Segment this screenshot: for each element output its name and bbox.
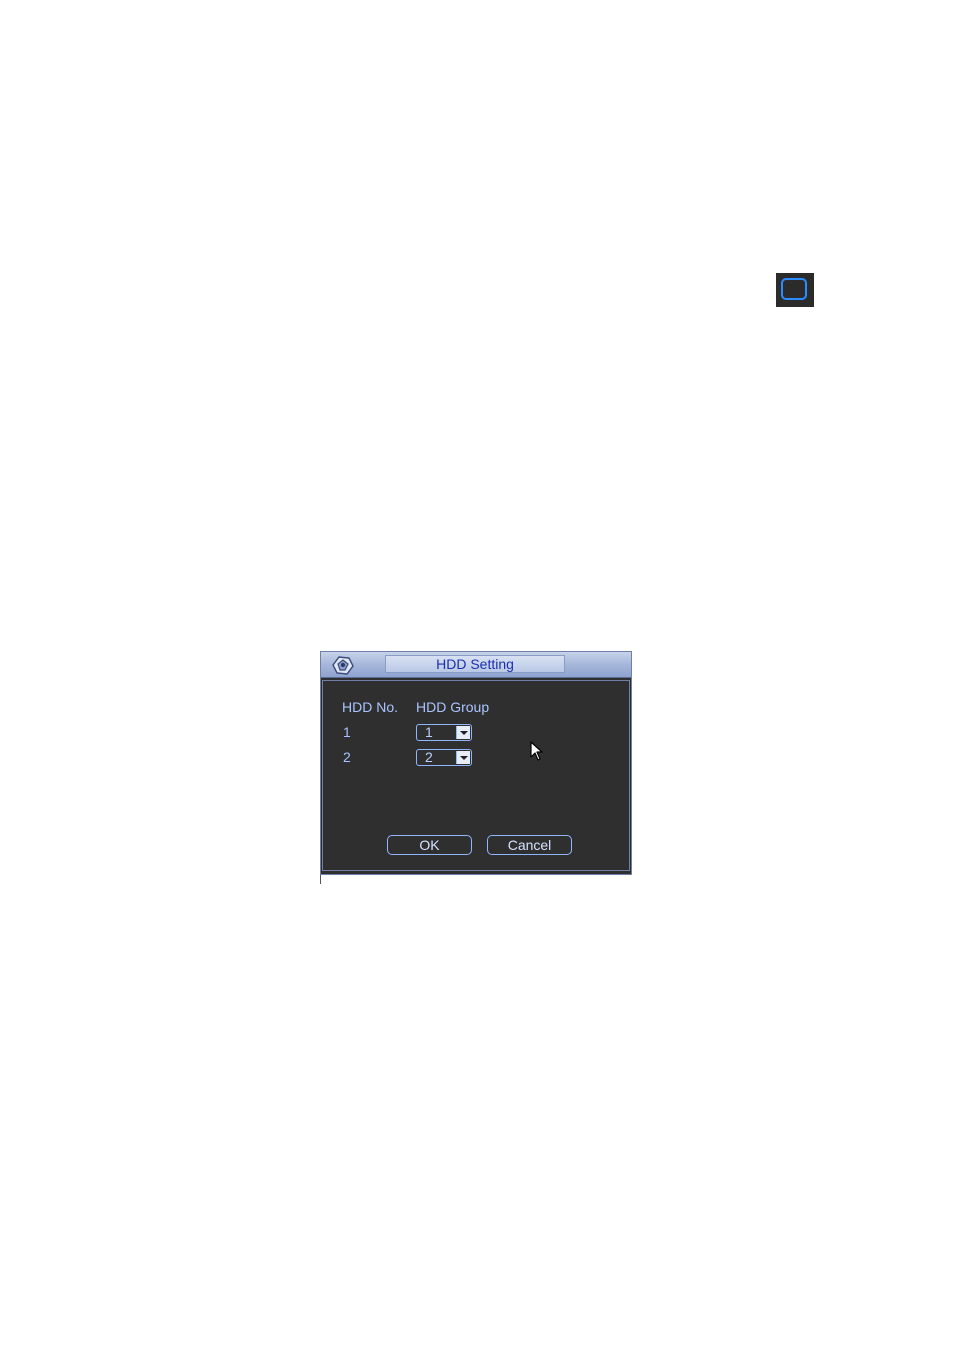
dialog-edge-line [320,875,321,884]
chevron-down-icon[interactable] [456,751,470,764]
dialog-title: HDD Setting [385,655,565,673]
row-1-hdd-no: 1 [343,724,351,740]
row-1-hdd-group-value: 1 [425,724,433,740]
row-1-hdd-group-select[interactable]: 1 [416,724,472,741]
dialog-titlebar: HDD Setting [321,652,631,678]
chevron-down-icon[interactable] [456,726,470,739]
column-header-hdd-group: HDD Group [416,699,490,715]
column-header-hdd-no: HDD No. [342,699,399,715]
row-2-hdd-no: 2 [343,749,351,765]
row-2-hdd-group-value: 2 [425,749,433,765]
mouse-pointer-icon [530,741,543,761]
square-icon-outline [781,278,807,300]
hdd-setting-dialog: HDD Setting HDD No. HDD Group 1 1 2 2 OK… [320,651,632,875]
gear-logo-icon [332,656,354,675]
rounded-square-icon[interactable] [776,273,814,307]
cancel-button[interactable]: Cancel [487,835,572,855]
row-2-hdd-group-select[interactable]: 2 [416,749,472,766]
page: HDD Setting HDD No. HDD Group 1 1 2 2 OK… [0,0,954,1350]
ok-button[interactable]: OK [387,835,472,855]
